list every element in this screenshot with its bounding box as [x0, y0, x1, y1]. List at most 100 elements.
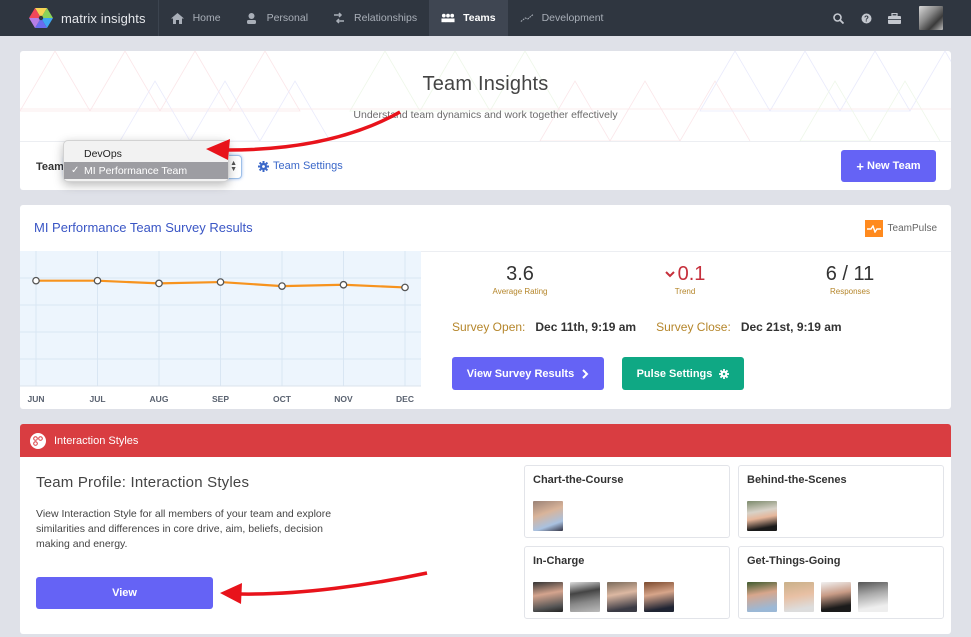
survey-open-value: Dec 11th, 9:19 am: [535, 320, 637, 334]
nav-item-teams[interactable]: Teams: [429, 0, 508, 36]
new-team-button[interactable]: + New Team: [841, 150, 936, 182]
survey-close-value: Dec 21st, 9:19 am: [740, 320, 842, 334]
member-avatar[interactable]: [747, 501, 777, 531]
chart-x-tick-label: JUL: [89, 394, 105, 404]
chart-x-tick-label: AUG: [150, 394, 169, 404]
search-button[interactable]: [825, 0, 851, 36]
interaction-styles-card: Interaction Styles Team Profile: Interac…: [20, 424, 951, 634]
stat-label: Responses: [829, 287, 871, 296]
view-label: View: [112, 587, 137, 599]
view-survey-results-label: View Survey Results: [466, 367, 575, 380]
nav-label: Development: [541, 12, 604, 24]
stat-label: Average Rating: [492, 287, 548, 296]
exchange-icon: [332, 12, 346, 24]
chart-x-tick-label: SEP: [212, 394, 229, 404]
nav-label: Relationships: [354, 12, 418, 24]
team-settings-link[interactable]: Team Settings: [258, 160, 343, 172]
team-select-label: Team: [36, 161, 64, 173]
style-name: Get-Things-Going: [747, 555, 841, 567]
navbar-right: ?: [823, 0, 971, 36]
nav-item-development[interactable]: Development: [508, 0, 616, 36]
chart-data-point: [339, 280, 348, 289]
style-card-get-things-going: Get-Things-Going: [738, 546, 944, 619]
teampulse-logo: TeamPulse: [864, 220, 937, 237]
page-subtitle: Understand team dynamics and work togeth…: [353, 109, 618, 121]
search-icon: [832, 12, 844, 24]
member-avatar[interactable]: [607, 582, 637, 612]
style-card-behind-the-scenes: Behind-the-Scenes: [738, 465, 944, 538]
checkmark-icon: ✓: [71, 165, 80, 176]
help-button[interactable]: ?: [853, 0, 879, 36]
briefcase-icon: [887, 12, 901, 24]
briefcase-button[interactable]: [881, 0, 907, 36]
top-navbar: matrix insights Home Personal Relationsh…: [0, 0, 971, 36]
brand[interactable]: matrix insights: [0, 0, 159, 36]
chart-data-point: [401, 283, 409, 292]
option-label: DevOps: [84, 147, 122, 160]
dropdown-option-mi-performance-team[interactable]: ✓ MI Performance Team: [64, 162, 228, 179]
survey-title: MI Performance Team Survey Results: [34, 220, 253, 235]
survey-open-label: Survey Open:: [452, 320, 526, 334]
member-avatars: [747, 501, 784, 531]
nav-item-home[interactable]: Home: [159, 0, 233, 36]
nav-item-relationships[interactable]: Relationships: [320, 0, 429, 36]
style-name: Behind-the-Scenes: [747, 474, 847, 486]
trend-line-icon: [520, 12, 534, 24]
team-select-dropdown: DevOps ✓ MI Performance Team: [63, 140, 229, 182]
member-avatar[interactable]: [747, 582, 777, 612]
chart-x-tick-label: DEC: [396, 394, 414, 404]
member-avatar[interactable]: [533, 582, 563, 612]
user-avatar[interactable]: [919, 6, 943, 30]
nav-label: Personal: [266, 12, 309, 24]
pulse-settings-button[interactable]: Pulse Settings: [622, 357, 744, 390]
matrix-insights-logo-icon: [29, 8, 53, 28]
nav-label: Teams: [463, 12, 496, 24]
dropdown-option-devops[interactable]: DevOps: [64, 145, 228, 162]
view-survey-results-button[interactable]: View Survey Results: [452, 357, 604, 390]
member-avatar[interactable]: [821, 582, 851, 612]
member-avatar[interactable]: [644, 582, 674, 612]
pulse-icon: [864, 220, 883, 237]
stat-value: 0.1: [615, 263, 755, 286]
stat-value: 3.6: [506, 263, 534, 285]
team-profile-description: View Interaction Style for all members o…: [36, 508, 332, 550]
chart-x-tick-label: NOV: [334, 394, 353, 404]
style-card-chart-the-course: Chart-the-Course: [524, 465, 730, 538]
select-arrows-icon: ▲ ▼: [230, 160, 237, 173]
member-avatars: [533, 582, 681, 612]
interaction-styles-header: Interaction Styles: [20, 424, 951, 457]
member-avatar[interactable]: [533, 501, 563, 531]
survey-results-card: MI Performance Team Survey Results TeamP…: [20, 205, 951, 409]
stat-average-rating: 3.6 Average Rating: [450, 263, 590, 296]
stat-value: 6 / 11: [825, 263, 875, 285]
chart-data-point: [32, 276, 40, 285]
pulse-settings-label: Pulse Settings: [636, 367, 713, 380]
users-icon: [441, 12, 455, 24]
member-avatar[interactable]: [858, 582, 888, 612]
stat-label: Trend: [674, 287, 696, 296]
chevron-down-icon: [664, 271, 675, 278]
chart-x-tick-label: OCT: [273, 394, 292, 404]
chart-data-point: [216, 278, 225, 286]
page-title: Team Insights: [422, 73, 549, 95]
triangle-pattern-background: [20, 51, 951, 141]
nav-label: Home: [192, 12, 221, 24]
member-avatar[interactable]: [570, 582, 600, 612]
chart-data-point: [278, 282, 286, 290]
stat-trend: 0.1 Trend: [615, 263, 755, 296]
team-profile-title: Team Profile: Interaction Styles: [36, 474, 250, 491]
view-interaction-styles-button[interactable]: View: [36, 577, 213, 609]
member-avatars: [533, 501, 570, 531]
member-avatar[interactable]: [784, 582, 814, 612]
brand-name: matrix insights: [61, 10, 146, 26]
stat-responses: 6 / 11 Responses: [780, 263, 920, 296]
trend-value: 0.1: [677, 263, 706, 285]
member-avatars: [747, 582, 895, 612]
gear-icon: [719, 368, 730, 379]
svg-text:?: ?: [864, 14, 869, 23]
interaction-styles-icon: [30, 432, 46, 449]
nav-item-personal[interactable]: Personal: [233, 0, 320, 36]
user-icon: [245, 12, 259, 24]
style-name: In-Charge: [533, 555, 585, 567]
style-name: Chart-the-Course: [533, 474, 624, 486]
